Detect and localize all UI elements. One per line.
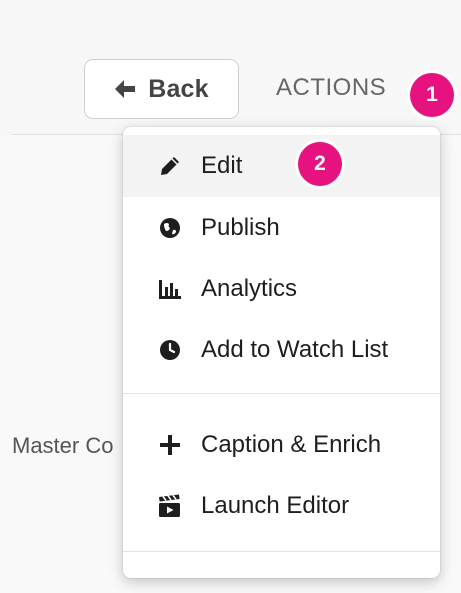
menu-item-label: Analytics	[201, 275, 298, 302]
globe-icon	[157, 215, 183, 241]
menu-item-label: Launch Editor	[201, 492, 350, 519]
menu-item-launch-editor[interactable]: Launch Editor	[123, 475, 440, 537]
clock-icon	[157, 337, 183, 363]
arrow-left-icon	[114, 79, 136, 99]
back-button[interactable]: Back	[84, 59, 239, 119]
menu-divider	[123, 551, 440, 552]
menu-item-edit[interactable]: Edit	[123, 135, 440, 197]
master-title-text: Master Co	[12, 433, 114, 458]
bar-chart-icon	[157, 276, 183, 302]
menu-item-label: Edit	[201, 152, 243, 179]
menu-item-label: Publish	[201, 214, 280, 241]
plus-icon	[157, 432, 183, 458]
menu-item-publish[interactable]: Publish	[123, 197, 440, 259]
menu-item-caption-enrich[interactable]: Caption & Enrich	[123, 414, 440, 476]
step-badge-2: 2	[298, 142, 342, 186]
menu-item-analytics[interactable]: Analytics	[123, 258, 440, 320]
step-badge-1: 1	[410, 73, 454, 117]
actions-menu-toggle[interactable]: ACTIONS	[276, 74, 386, 102]
clapperboard-icon	[157, 493, 183, 519]
menu-item-label: Caption & Enrich	[201, 431, 382, 458]
menu-item-add-to-watch-list[interactable]: Add to Watch List	[123, 319, 440, 381]
pencil-icon	[157, 153, 183, 179]
menu-divider	[123, 393, 440, 394]
menu-item-label: Add to Watch List	[201, 336, 389, 363]
back-button-label: Back	[148, 74, 209, 103]
actions-dropdown-menu: Edit Publish Analytics Add to Watch List…	[123, 127, 440, 578]
